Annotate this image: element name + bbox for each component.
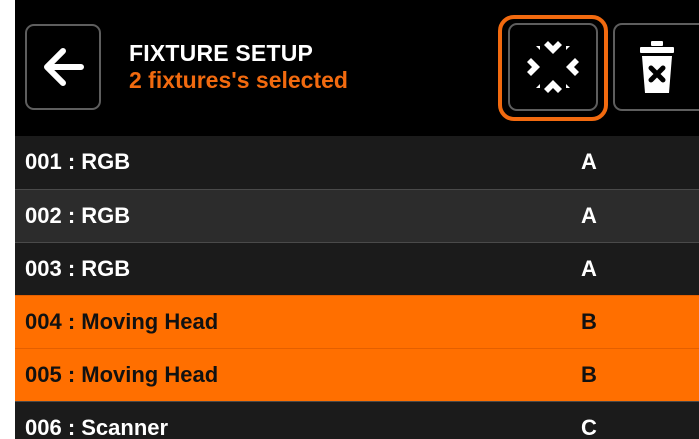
fixture-row-003[interactable]: 003 : RGB A: [15, 242, 699, 295]
merge-fixtures-button[interactable]: [508, 23, 598, 111]
fixture-group: A: [581, 149, 597, 174]
fixture-group: C: [581, 415, 597, 439]
fixture-row-005[interactable]: 005 : Moving Head B: [15, 348, 699, 401]
fixture-name: 002 : RGB: [25, 203, 131, 228]
back-button[interactable]: [25, 24, 101, 110]
fixture-name: 005 : Moving Head: [25, 362, 219, 387]
fixture-group: A: [581, 203, 597, 228]
page-title: FIXTURE SETUP: [129, 40, 314, 66]
fixture-row-001[interactable]: 001 : RGB A: [15, 136, 699, 189]
fixture-list: 001 : RGB A 002 : RGB A 003 : RGB A 004 …: [15, 136, 699, 439]
fixture-row-006[interactable]: 006 : Scanner C: [15, 401, 699, 439]
arrow-left-icon: [44, 48, 84, 86]
fixture-name: 004 : Moving Head: [25, 309, 219, 334]
fixture-group: A: [581, 256, 597, 281]
delete-button[interactable]: [613, 23, 699, 111]
header-bar: FIXTURE SETUP 2 fixtures's selected: [15, 0, 699, 136]
fixture-row-004[interactable]: 004 : Moving Head B: [15, 295, 699, 348]
fixture-setup-screen: FIXTURE SETUP 2 fixtures's selected 001 …: [15, 0, 699, 439]
trash-x-icon: [640, 41, 674, 93]
fixture-group: B: [581, 362, 597, 387]
fixture-name: 003 : RGB: [25, 256, 131, 281]
collapse-arrows-icon: [527, 41, 579, 93]
fixture-name: 001 : RGB: [25, 149, 131, 174]
fixture-group: B: [581, 309, 597, 334]
fixture-name: 006 : Scanner: [25, 415, 169, 439]
selection-count: 2 fixtures's selected: [129, 67, 348, 93]
title-block: FIXTURE SETUP 2 fixtures's selected: [129, 40, 348, 94]
fixture-row-002[interactable]: 002 : RGB A: [15, 189, 699, 242]
